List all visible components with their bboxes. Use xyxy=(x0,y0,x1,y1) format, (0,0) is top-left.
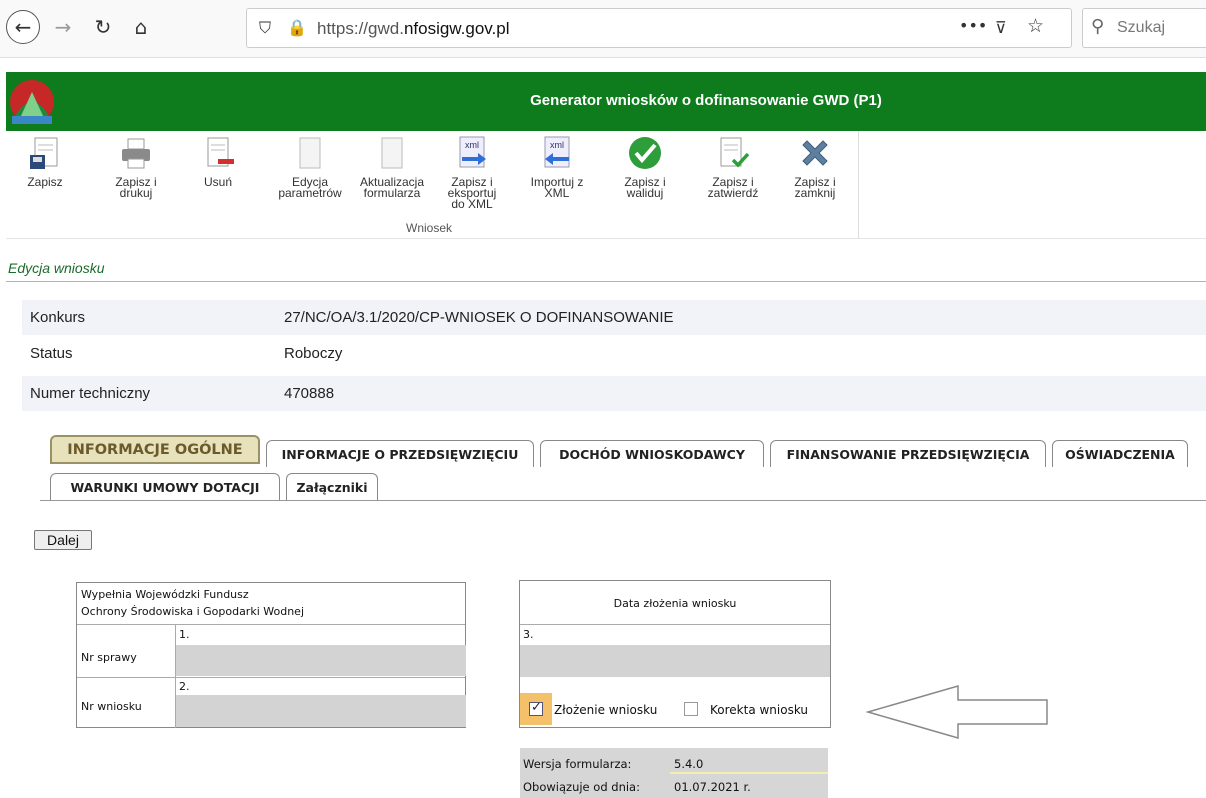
address-bar[interactable]: ⛉ 🔒 https://gwd.nfosigw.gov.pl ••• ⊽ ☆ xyxy=(246,8,1072,48)
search-icon: ⚲ xyxy=(1091,16,1105,37)
app-title: Generator wniosków o dofinansowanie GWD … xyxy=(530,92,882,109)
next-button[interactable]: Dalej xyxy=(34,530,92,550)
info-value: Roboczy xyxy=(284,345,343,362)
shield-icon[interactable]: ⛉ xyxy=(259,18,271,38)
correction-checkbox[interactable] xyxy=(684,702,698,716)
app-header: Generator wniosków o dofinansowanie GWD … xyxy=(6,72,1206,131)
update-form-button[interactable]: Aktualizacja formularza xyxy=(352,135,432,199)
submission-checkbox[interactable] xyxy=(529,700,543,716)
info-key: Konkurs xyxy=(30,309,86,326)
browser-toolbar: ← → ↻ ⌂ ⛉ 🔒 https://gwd.nfosigw.gov.pl •… xyxy=(0,0,1206,58)
approve-icon xyxy=(720,137,750,168)
save-approve-button[interactable]: Zapisz i zatwierdź xyxy=(700,135,766,199)
field-number: 1. xyxy=(179,628,190,641)
print-icon xyxy=(122,138,150,169)
xml-export-icon: xml xyxy=(459,136,486,168)
field-number: 2. xyxy=(179,680,190,693)
svg-text:xml: xml xyxy=(465,140,479,150)
xml-import-icon: xml xyxy=(544,136,570,168)
save-button[interactable]: Zapisz xyxy=(20,135,70,188)
version-label: Wersja formularza: xyxy=(523,757,632,771)
submission-date-box: Data złożenia wniosku 3. Złożenie wniosk… xyxy=(519,580,831,728)
office-header-line2: Ochrony Środowiska i Gopodarki Wodnej xyxy=(81,605,304,618)
toolbar-separator xyxy=(858,131,859,239)
more-icon[interactable]: ••• xyxy=(959,16,987,35)
forward-arrow-icon[interactable]: → xyxy=(46,10,80,44)
form-version-box: Wersja formularza: 5.4.0 Obowiązuje od d… xyxy=(520,748,828,798)
blank-doc-icon xyxy=(299,137,321,169)
nr-sprawy-label: Nr sprawy xyxy=(81,651,137,664)
valid-from-value: 01.07.2021 r. xyxy=(674,780,751,794)
close-icon xyxy=(802,140,828,166)
info-row-numer-techniczny: Numer techniczny 470888 xyxy=(22,376,1206,411)
field-number: 3. xyxy=(523,628,534,641)
row-divider xyxy=(520,624,830,625)
back-arrow-icon[interactable]: ← xyxy=(6,10,40,44)
bookmark-star-icon[interactable]: ☆ xyxy=(1027,15,1044,37)
save-icon xyxy=(30,137,58,169)
pocket-icon[interactable]: ⊽ xyxy=(995,18,1007,37)
row-divider xyxy=(77,677,465,678)
office-header-line1: Wypełnia Wojewódzki Fundusz xyxy=(81,588,249,601)
submission-date-input[interactable] xyxy=(520,645,830,677)
row-divider xyxy=(77,624,465,625)
section-title: Edycja wniosku xyxy=(8,260,105,276)
tab-informacje-o-przedsiewzieciu[interactable]: INFORMACJE O PRZEDSIĘWZIĘCIU xyxy=(266,440,534,467)
section-divider xyxy=(6,281,1206,282)
tab-baseline xyxy=(40,500,1206,501)
search-input[interactable]: ⚲ Szukaj xyxy=(1082,8,1206,48)
search-placeholder: Szukaj xyxy=(1117,19,1166,36)
office-use-box: Wypełnia Wojewódzki Fundusz Ochrony Środ… xyxy=(76,582,466,728)
save-and-print-button[interactable]: Zapisz i drukuj xyxy=(106,135,166,199)
info-row-konkurs: Konkurs 27/NC/OA/3.1/2020/CP-WNIOSEK O D… xyxy=(22,300,1206,335)
edit-parameters-button[interactable]: Edycja parametrów xyxy=(270,135,350,199)
correction-checkbox-label: Korekta wniosku xyxy=(710,703,809,717)
blank-doc-icon xyxy=(381,137,403,169)
valid-from-label: Obowiązuje od dnia: xyxy=(523,780,640,794)
left-arrow-annotation-icon xyxy=(866,685,1048,739)
version-underline xyxy=(670,772,828,774)
nr-sprawy-input[interactable] xyxy=(176,645,466,676)
info-key: Numer techniczny xyxy=(30,385,151,402)
home-icon[interactable]: ⌂ xyxy=(124,10,158,44)
delete-icon xyxy=(207,137,234,167)
nfosigw-logo xyxy=(10,80,54,124)
delete-button[interactable]: Usuń xyxy=(198,135,238,188)
check-icon xyxy=(629,137,661,169)
reload-icon[interactable]: ↻ xyxy=(86,10,120,44)
info-key: Status xyxy=(30,345,73,362)
toolbar-group-label: Wniosek xyxy=(406,221,453,235)
nr-wniosku-label: Nr wniosku xyxy=(81,700,142,713)
info-value: 470888 xyxy=(284,385,335,402)
url-text[interactable]: https://gwd.nfosigw.gov.pl xyxy=(317,19,509,39)
submission-date-header: Data złożenia wniosku xyxy=(613,597,737,610)
save-close-button[interactable]: Zapisz i zamknij xyxy=(786,135,844,199)
import-xml-button[interactable]: xml Importuj z XML xyxy=(524,135,590,199)
lock-icon[interactable]: 🔒 xyxy=(287,18,307,37)
save-validate-button[interactable]: Zapisz i waliduj xyxy=(616,135,674,199)
submission-checkbox-label: Złożenie wniosku xyxy=(554,703,658,717)
nr-wniosku-input[interactable] xyxy=(176,695,466,727)
version-value: 5.4.0 xyxy=(674,757,704,771)
tab-oswiadczenia[interactable]: OŚWIADCZENIA xyxy=(1052,440,1188,467)
info-value: 27/NC/OA/3.1/2020/CP-WNIOSEK O DOFINANSO… xyxy=(284,309,674,326)
tab-informacje-ogolne[interactable]: INFORMACJE OGÓLNE xyxy=(50,435,260,464)
tab-zalaczniki[interactable]: Załączniki xyxy=(286,473,378,500)
ribbon-toolbar: Zapisz Zapisz i drukuj Usuń Edycja param… xyxy=(6,131,1206,239)
tab-dochod-wnioskodawcy[interactable]: DOCHÓD WNIOSKODAWCY xyxy=(540,440,764,467)
tab-finansowanie-przedsiewziecia[interactable]: FINANSOWANIE PRZEDSIĘWZIĘCIA xyxy=(770,440,1046,467)
save-export-xml-button[interactable]: xml Zapisz i eksportuj do XML xyxy=(442,135,502,210)
svg-text:xml: xml xyxy=(550,140,564,150)
tab-warunki-umowy-dotacji[interactable]: WARUNKI UMOWY DOTACJI xyxy=(50,473,280,500)
info-row-status: Status Roboczy xyxy=(22,336,1206,371)
